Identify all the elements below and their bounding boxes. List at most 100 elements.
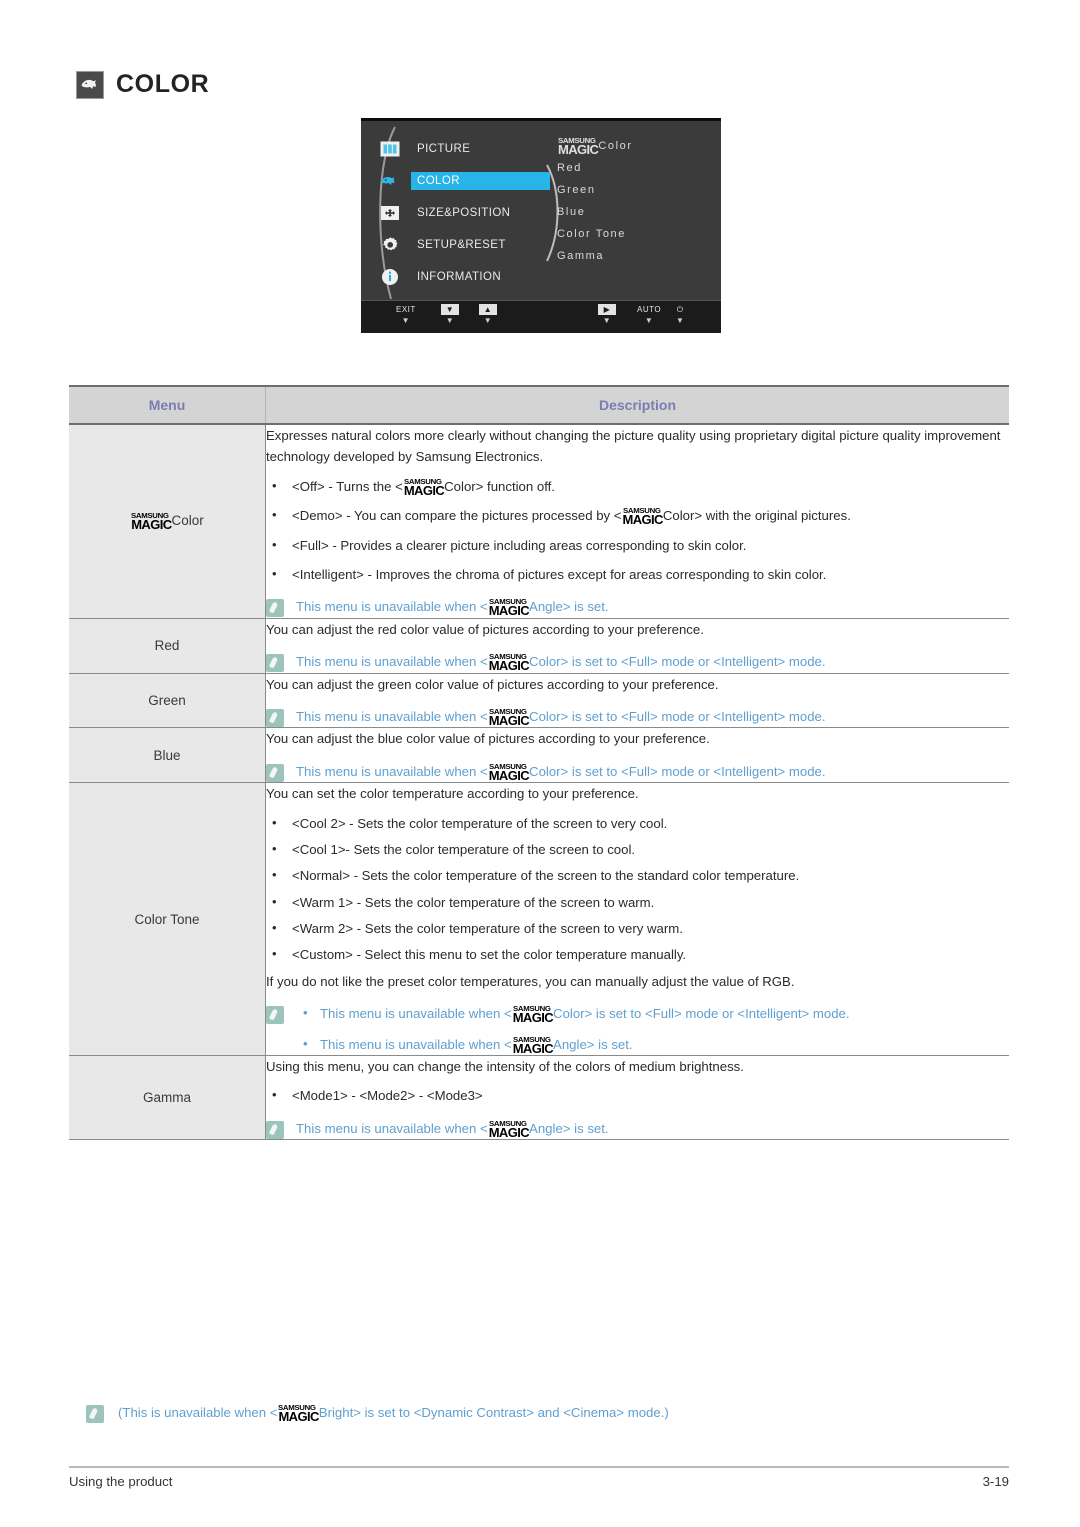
note-pencil-icon: [266, 763, 284, 782]
samsung-magic-logo: SAMSUNG MAGIC: [513, 1035, 554, 1054]
page-title: COLOR: [76, 70, 209, 99]
auto-button[interactable]: AUTO ▼: [637, 304, 661, 325]
page-footnote: (This is unavailable when < SAMSUNG MAGIC B…: [86, 1403, 669, 1423]
samsung-magic-logo: SAMSUNG MAGIC: [488, 761, 530, 781]
table-body: SAMSUNG MAGIC Color Expresses natural co…: [69, 424, 1009, 1141]
note-text-post: Color> is set to <Full> mode or <Intelli…: [553, 1006, 850, 1022]
caret-down-icon: ▼: [676, 316, 685, 325]
caret-down-icon: ▼: [445, 316, 455, 325]
page-title-text: COLOR: [116, 70, 210, 98]
table-row: Color Tone You can set the color tempera…: [69, 782, 1009, 1057]
osd-button-bar: EXIT ▼ ▼ ▼ ▲ ▼ ▶ ▼ AUTO ▼ ⏻ ▼: [361, 300, 721, 333]
manual-page: COLOR PICTURE COLOR SIZE&POSITION SETUP&…: [0, 0, 1080, 1527]
bullet-text-pre: <Off> - Turns the <: [292, 478, 403, 494]
osd-submenu-green[interactable]: Green: [557, 179, 633, 201]
samsung-magic-logo: SAMSUNG MAGIC: [623, 507, 664, 526]
menu-cell-color-tone: Color Tone: [69, 782, 266, 1057]
samsung-magic-logo: SAMSUNG MAGIC: [488, 652, 530, 672]
caret-down-icon: ▼: [644, 316, 654, 325]
note-text: This menu is unavailable when < SAMSUNG MA…: [296, 597, 609, 617]
footer-left-label: Using the product: [69, 1474, 173, 1489]
osd-item-size-position[interactable]: SIZE&POSITION: [379, 197, 569, 229]
list-item: <Cool 1>- Sets the color temperature of …: [266, 838, 1009, 860]
note-text-pre: This menu is unavailable when <: [320, 1036, 512, 1052]
desc-cell-blue: You can adjust the blue color value of p…: [265, 727, 1009, 784]
note: This menu is unavailable when <SAMSUNGMA…: [266, 652, 1009, 673]
samsung-magic-logo: SAMSUNG MAGIC: [403, 476, 445, 498]
samsung-magic-logo: SAMSUNG MAGIC: [488, 1120, 530, 1140]
osd-submenu-color-tone[interactable]: Color Tone: [557, 223, 633, 245]
osd-item-label: SETUP&RESET: [417, 239, 506, 251]
desc-cell-color-tone: You can set the color temperature accord…: [265, 782, 1009, 1057]
power-button[interactable]: ⏻ ▼: [676, 304, 684, 325]
samsung-magic-logo: SAMSUNG MAGIC: [488, 708, 530, 728]
osd-submenu-magiccolor[interactable]: SAMSUNG MAGIC Color: [557, 135, 633, 157]
logo-top: SAMSUNG: [278, 1403, 317, 1412]
logo-bottom: MAGIC: [403, 482, 445, 498]
desc-intro: You can adjust the red color value of pi…: [266, 621, 704, 637]
logo-top: SAMSUNG: [403, 476, 442, 486]
osd-submenu-blue[interactable]: Blue: [557, 201, 633, 223]
menu-cell-red: Red: [69, 618, 266, 674]
note-text-pre: This menu is unavailable when <: [296, 654, 488, 670]
logo-top: SAMSUNG: [488, 761, 527, 771]
desc-intro: You can adjust the green color value of …: [266, 676, 719, 692]
size-position-icon: [379, 203, 401, 223]
note-pencil-icon: [266, 1006, 284, 1025]
exit-button[interactable]: EXIT ▼: [396, 304, 416, 325]
column-header-description: Description: [265, 385, 1009, 425]
color-settings-table: Menu Description SAMSUNG MAGIC Color Exp…: [69, 385, 1009, 1141]
logo-top: SAMSUNG: [558, 135, 596, 145]
enter-button[interactable]: ▶ ▼: [598, 304, 616, 325]
logo-top: SAMSUNG: [131, 510, 169, 520]
table-header: Menu Description: [69, 385, 1009, 425]
down-button[interactable]: ▼ ▼: [441, 304, 459, 325]
table-row: Gamma Using this menu, you can change th…: [69, 1055, 1009, 1141]
note-text-post: Angle> is set.: [529, 1120, 609, 1136]
footer-page-number: 3-19: [982, 1474, 1009, 1489]
osd-submenu-red[interactable]: Red: [557, 157, 633, 179]
note-text: This menu is unavailable when < SAMSUNG MA…: [296, 1119, 609, 1139]
note-text-post: Color> is set to <Full> mode or <Intelli…: [529, 654, 826, 670]
samsung-magic-logo: SAMSUNG MAGIC: [488, 597, 530, 617]
page-footer: Using the product 3-19: [69, 1474, 1009, 1489]
logo-bottom: MAGIC: [488, 712, 530, 728]
logo-top: SAMSUNG: [512, 1004, 551, 1014]
list-item: This menu is unavailable when <SAMSUNGMA…: [296, 1003, 850, 1024]
footnote-text-post: Bright> is set to <Dynamic Contrast> and…: [318, 1405, 669, 1420]
footer-divider: [69, 1466, 1009, 1468]
menu-cell-green: Green: [69, 673, 266, 729]
desc-intro: Expresses natural colors more clearly wi…: [266, 428, 1001, 465]
osd-item-color[interactable]: COLOR: [379, 165, 569, 197]
desc-bullet-list: <Cool 2> - Sets the color temperature of…: [266, 812, 1009, 966]
osd-submenu-label: Color: [598, 140, 633, 152]
list-item: <Off> - Turns the <SAMSUNGMAGICColor> fu…: [266, 475, 1009, 498]
note: This menu is unavailable when <SAMSUNGMA…: [266, 597, 1009, 618]
list-item: <Mode1> - <Mode2> - <Mode3>: [266, 1084, 1009, 1106]
logo-top: SAMSUNG: [488, 597, 527, 607]
logo-bottom: MAGIC: [488, 1124, 530, 1140]
bullet-text-post: Color> with the original pictures.: [662, 508, 851, 524]
desc-outro: If you do not like the preset color temp…: [266, 973, 795, 989]
osd-item-setup-reset[interactable]: SETUP&RESET: [379, 229, 569, 261]
osd-left-menu: PICTURE COLOR SIZE&POSITION SETUP&RESET …: [379, 133, 569, 293]
osd-submenu-gamma[interactable]: Gamma: [557, 245, 633, 267]
note-pencil-icon: [266, 1120, 284, 1139]
caret-down-icon: ▼: [602, 316, 612, 325]
osd-item-picture[interactable]: PICTURE: [379, 133, 569, 165]
logo-bottom: MAGIC: [558, 141, 599, 157]
osd-item-information[interactable]: INFORMATION: [379, 261, 569, 293]
table-header-row: Menu Description: [69, 385, 1009, 425]
note-text: This menu is unavailable when < SAMSUNG MA…: [296, 707, 826, 727]
note-text-post: Color> is set to <Full> mode or <Intelli…: [529, 763, 826, 779]
desc-intro: You can set the color temperature accord…: [266, 786, 639, 802]
note-text-pre: This menu is unavailable when <: [296, 763, 488, 779]
column-header-menu: Menu: [69, 385, 266, 425]
logo-top: SAMSUNG: [488, 652, 527, 662]
table-row: Green You can adjust the green color val…: [69, 673, 1009, 729]
desc-cell-magiccolor: Expresses natural colors more clearly wi…: [265, 424, 1009, 619]
note-text: This menu is unavailable when < SAMSUNG MA…: [296, 762, 826, 782]
list-item: <Cool 2> - Sets the color temperature of…: [266, 812, 1009, 834]
note-text-pre: This menu is unavailable when <: [320, 1006, 512, 1022]
up-button[interactable]: ▲ ▼: [479, 304, 497, 325]
